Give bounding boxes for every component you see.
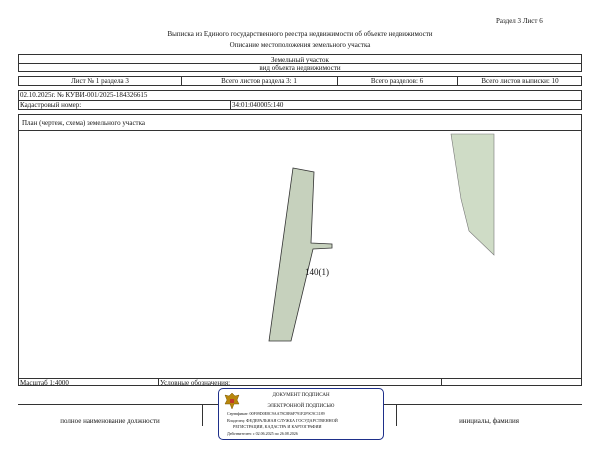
stamp-certificate: Сертификат: 00F09D0E8C9AA78C8B6F791F2F9C… xyxy=(227,411,325,416)
legend-row: Масштаб 1:4000 Условные обозначения: xyxy=(18,378,582,387)
plan-block: План (чертеж, схема) земельного участка … xyxy=(18,114,582,386)
parcel-label: 140(1) xyxy=(305,267,329,277)
sections-total: Всего разделов: 6 xyxy=(370,77,424,85)
stamp-owner-2: РЕГИСТРАЦИИ, КАДАСТРА И КАРТОГРАФИИ xyxy=(233,424,322,429)
parcel-140-1 xyxy=(268,167,333,342)
cadastral-number-label: Кадастровый номер: xyxy=(20,101,82,109)
legend-symbols-label: Условные обозначения: xyxy=(160,379,231,387)
plan-drawing: 140(1) xyxy=(268,133,495,342)
stamp-validity: Действителен: с 02.06.2025 по 26.08.2026 xyxy=(227,431,298,436)
neighbor-parcel xyxy=(450,133,495,256)
section-sheet-label: Раздел 3 Лист 6 xyxy=(496,17,543,25)
scale-label: Масштаб 1:4000 xyxy=(20,379,69,387)
cadastral-number-value: 34:01:040005:140 xyxy=(232,101,284,109)
stamp-owner-1: Владелец: ФЕДЕРАЛЬНАЯ СЛУЖБА ГОСУДАРСТВЕ… xyxy=(227,418,338,423)
object-type-block: Земельный участок вид объекта недвижимос… xyxy=(18,54,582,72)
record-date-number: 02.10.2025г. № КУВИ-001/2025-184326615 xyxy=(20,91,148,99)
stamp-title-2: ЭЛЕКТРОННОЙ ПОДПИСЬЮ xyxy=(267,404,335,409)
extract-sheets-total: Всего листов выписки: 10 xyxy=(481,77,559,85)
e-signature-stamp: ДОКУМЕНТ ПОДПИСАН ЭЛЕКТРОННОЙ ПОДПИСЬЮ С… xyxy=(218,388,384,440)
sheet-of-section: Лист № 1 раздела 3 xyxy=(71,77,129,85)
object-type-caption: вид объекта недвижимости xyxy=(259,64,341,72)
page-subtitle: Описание местоположения земельного участ… xyxy=(229,41,371,49)
record-block: 02.10.2025г. № КУВИ-001/2025-184326615 К… xyxy=(18,90,582,110)
name-caption: инициалы, фамилия xyxy=(459,417,519,425)
section-sheets-total: Всего листов раздела 3: 1 xyxy=(221,77,297,85)
stamp-title-1: ДОКУМЕНТ ПОДПИСАН xyxy=(272,393,330,398)
sheet-info-row: Лист № 1 раздела 3 Всего листов раздела … xyxy=(18,76,582,86)
position-caption: полное наименование должности xyxy=(60,417,160,425)
page-title: Выписка из Единого государственного реес… xyxy=(167,30,433,38)
